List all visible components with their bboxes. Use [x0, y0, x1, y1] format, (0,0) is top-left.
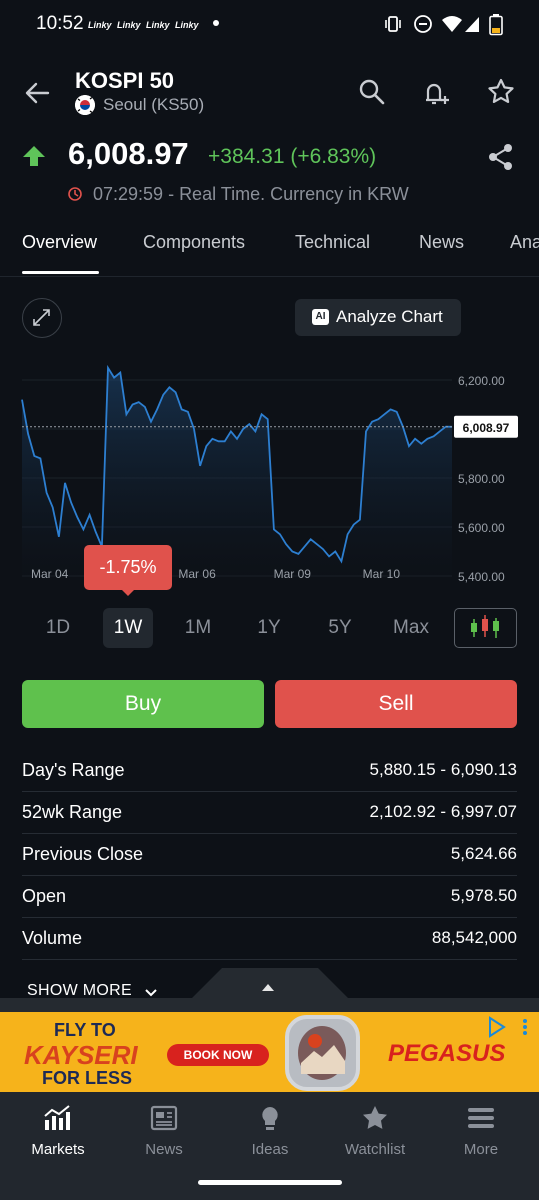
- x-tick-label: Mar 10: [363, 567, 401, 581]
- ad-brand-logo: PEGASUS: [388, 1040, 506, 1067]
- nav-label: Markets: [31, 1141, 85, 1158]
- expand-chart-button[interactable]: [22, 298, 62, 338]
- stat-row-52wk-range: 52wk Range 2,102.92 - 6,997.07: [22, 792, 517, 834]
- south-korea-flag-icon: [75, 95, 95, 115]
- tab-divider: [0, 276, 539, 277]
- search-icon[interactable]: [356, 76, 388, 108]
- range-5y-button[interactable]: 5Y: [320, 608, 360, 648]
- range-max-button[interactable]: Max: [388, 608, 434, 648]
- stat-label: 52wk Range: [22, 802, 123, 822]
- star-watchlist-icon[interactable]: [485, 76, 517, 108]
- star-icon: [363, 1106, 387, 1129]
- nav-label: Ideas: [251, 1141, 289, 1158]
- clock-icon: [68, 187, 82, 201]
- tab-technical[interactable]: Technical: [295, 232, 370, 253]
- stat-value: 5,880.15 - 6,090.13: [369, 760, 517, 779]
- back-arrow-icon[interactable]: [22, 78, 52, 108]
- current-price-label: 6,008.97: [463, 421, 510, 435]
- range-1w-button[interactable]: 1W: [103, 608, 153, 648]
- x-tick-label: Mar 04: [31, 567, 69, 581]
- tab-news[interactable]: News: [419, 232, 464, 253]
- signal-icon: [465, 17, 479, 32]
- nav-label: Watchlist: [344, 1141, 406, 1158]
- chart-change-tooltip: -1.75%: [84, 545, 172, 590]
- nav-label: News: [145, 1141, 183, 1158]
- last-price: 6,008.97: [68, 136, 189, 171]
- stat-label: Day's Range: [22, 760, 125, 780]
- stat-row-previous-close: Previous Close 5,624.66: [22, 834, 517, 876]
- ad-line1: FLY TO: [54, 1020, 116, 1040]
- wifi-icon: [442, 16, 462, 32]
- stat-value: 5,978.50: [450, 886, 517, 905]
- stat-row-days-range: Day's Range 5,880.15 - 6,090.13: [22, 750, 517, 792]
- adchoices-icon[interactable]: [487, 1016, 537, 1038]
- markets-chart-icon: [44, 1105, 70, 1130]
- ai-icon: AI: [312, 309, 329, 325]
- nav-ideas[interactable]: Ideas: [220, 1104, 320, 1158]
- vibrate-icon: [385, 16, 401, 32]
- buy-button[interactable]: Buy: [22, 680, 264, 728]
- x-tick-label: Mar 09: [274, 567, 312, 581]
- stat-value: 2,102.92 - 6,997.07: [369, 802, 517, 821]
- nav-markets[interactable]: Markets: [8, 1104, 108, 1158]
- add-alert-bell-icon[interactable]: [420, 76, 452, 108]
- nav-more[interactable]: More: [431, 1104, 531, 1158]
- instrument-title: KOSPI 50: [75, 68, 175, 93]
- ad-line3: FOR LESS: [42, 1068, 133, 1088]
- tab-analysis[interactable]: Ana: [510, 232, 539, 253]
- tab-components[interactable]: Components: [143, 232, 245, 253]
- expand-icon: [33, 309, 50, 326]
- nav-news[interactable]: News: [114, 1104, 214, 1158]
- range-1d-button[interactable]: 1D: [38, 608, 78, 648]
- stat-row-volume: Volume 88,542,000: [22, 918, 517, 960]
- ad-line2: KAYSERI: [24, 1040, 138, 1070]
- stat-label: Volume: [22, 928, 83, 948]
- do-not-disturb-icon: [414, 15, 432, 33]
- lightbulb-icon: [262, 1107, 278, 1130]
- exchange-label: Seoul (KS50): [103, 95, 205, 114]
- menu-icon: [468, 1108, 494, 1128]
- share-icon[interactable]: [486, 142, 516, 172]
- nav-label: More: [463, 1141, 499, 1158]
- range-1m-button[interactable]: 1M: [178, 608, 218, 648]
- notification-linky: Linky: [88, 20, 112, 30]
- stat-value: 88,542,000: [431, 928, 517, 947]
- realtime-timestamp: 07:29:59 - Real Time. Currency in KRW: [93, 184, 409, 204]
- tab-overview[interactable]: Overview: [22, 232, 97, 253]
- panel-band: [0, 998, 539, 1012]
- price-change: +384.31 (+6.83%): [208, 145, 377, 168]
- tooltip-tail: [120, 588, 136, 596]
- x-tick-label: Mar 06: [178, 567, 216, 581]
- tab-active-indicator: [22, 271, 99, 274]
- notification-linky: Linky: [175, 20, 199, 30]
- stat-value: 5,624.66: [450, 844, 517, 863]
- y-tick-label: 6,200.00: [458, 374, 505, 388]
- y-tick-label: 5,400.00: [458, 570, 505, 584]
- chevron-up-icon[interactable]: [262, 984, 274, 991]
- home-indicator: [198, 1180, 342, 1185]
- stat-row-open: Open 5,978.50: [22, 876, 517, 918]
- airplane-window-image: [285, 1015, 360, 1091]
- notification-dot: [213, 20, 219, 26]
- price-chart[interactable]: 6,200.00 5,800.00 5,600.00 5,400.00 Mar 04 M…: [0, 340, 539, 600]
- analyze-chart-label: Analyze Chart: [336, 307, 443, 326]
- status-time: 10:52: [36, 13, 84, 34]
- notification-linky: Linky: [146, 20, 170, 30]
- notification-linky: Linky: [117, 20, 141, 30]
- y-tick-label: 5,800.00: [458, 472, 505, 486]
- news-icon: [150, 1105, 178, 1131]
- y-tick-label: 5,600.00: [458, 521, 505, 535]
- stat-label: Open: [22, 886, 67, 906]
- nav-watchlist[interactable]: Watchlist: [325, 1104, 425, 1158]
- ad-book-now-button[interactable]: BOOK NOW: [167, 1044, 269, 1066]
- sell-button[interactable]: Sell: [275, 680, 517, 728]
- up-arrow-icon: [23, 146, 45, 166]
- stat-label: Previous Close: [22, 844, 144, 864]
- battery-icon: [489, 14, 503, 36]
- chart-type-button[interactable]: [454, 608, 517, 648]
- range-1y-button[interactable]: 1Y: [249, 608, 289, 648]
- candlestick-icon: [471, 615, 499, 638]
